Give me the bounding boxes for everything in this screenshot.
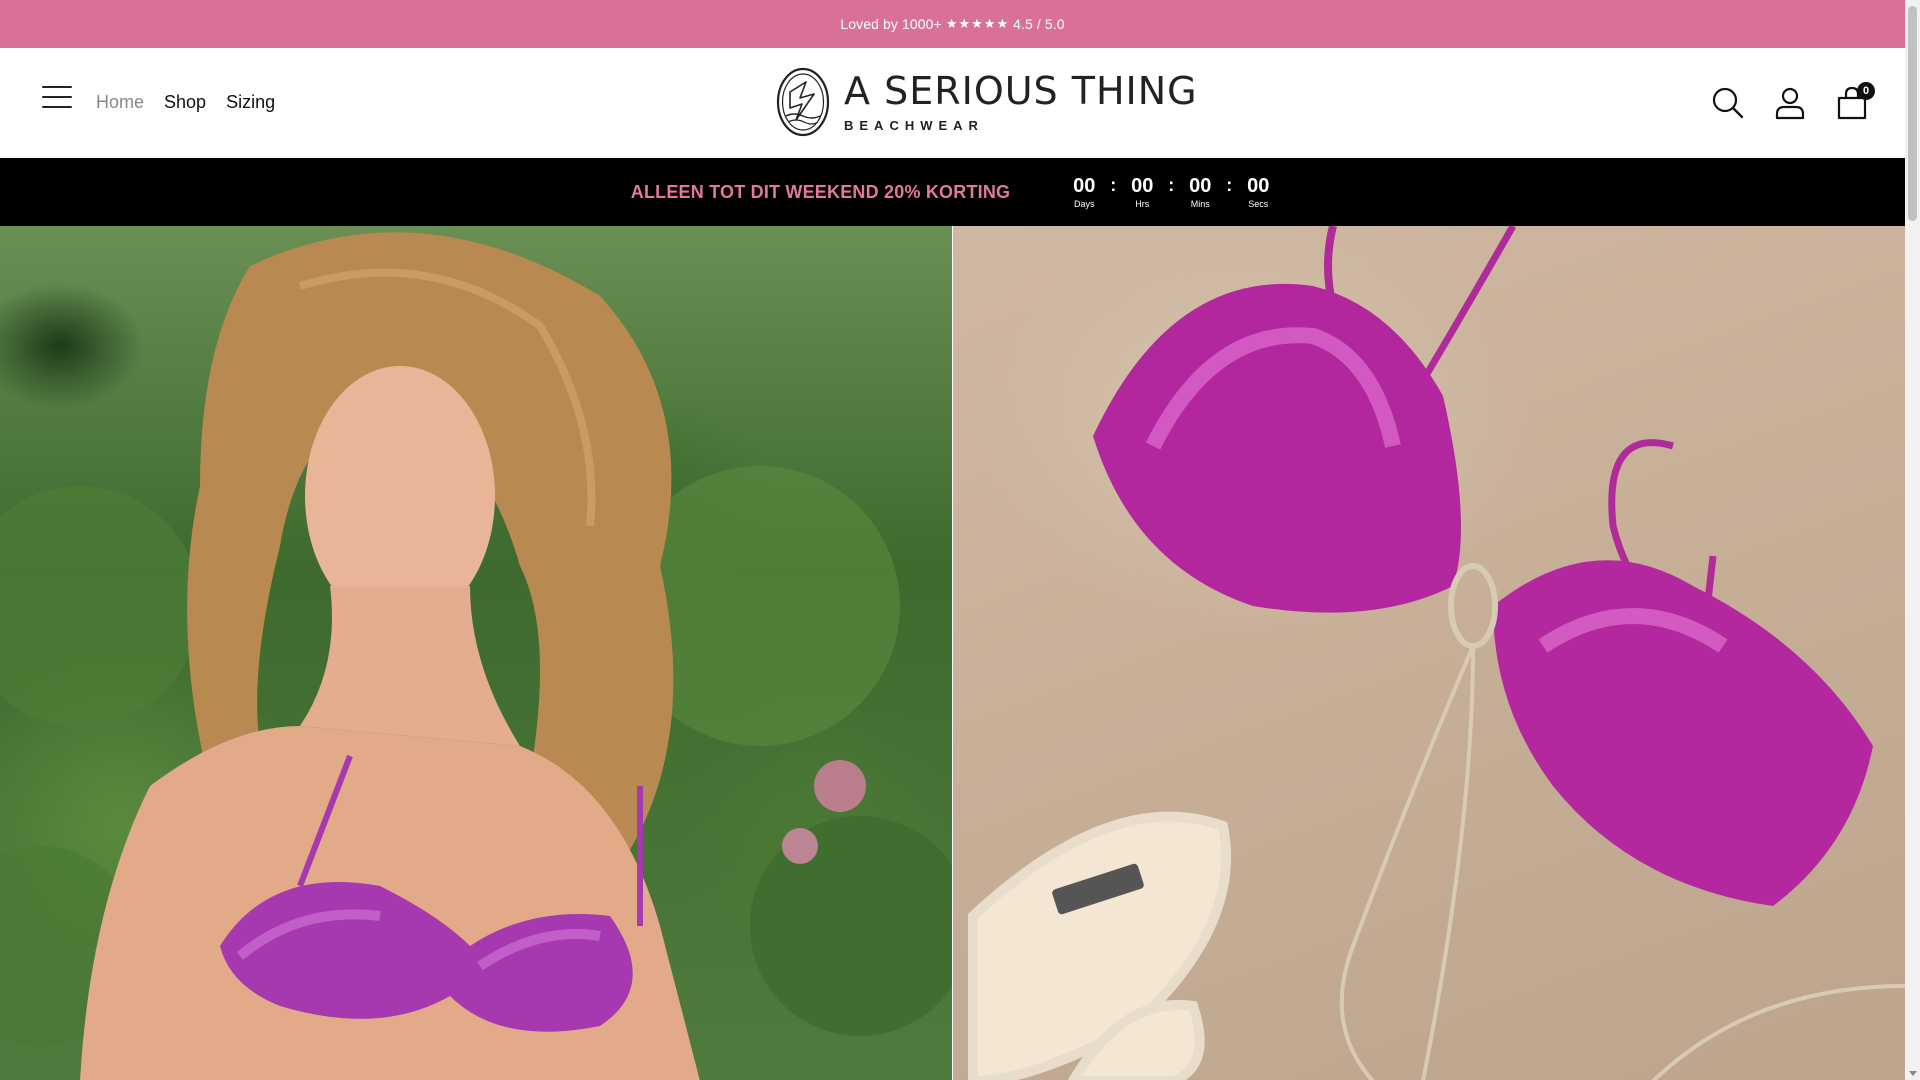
hero-image-flatlay[interactable]: [953, 226, 1905, 1080]
countdown-minutes: 00 Mins: [1184, 175, 1216, 209]
countdown-days-label: Days: [1073, 199, 1095, 209]
countdown-hours: 00 Hrs: [1126, 175, 1158, 209]
scrollbar-thumb[interactable]: [1908, 6, 1917, 221]
countdown-seconds-label: Secs: [1248, 199, 1269, 209]
logo-icon: [776, 67, 830, 137]
scroll-down-arrow-icon[interactable]: [1909, 1071, 1917, 1076]
countdown-seconds: 00 Secs: [1242, 175, 1274, 209]
account-icon[interactable]: [1773, 86, 1807, 120]
countdown-hours-value: 00: [1131, 175, 1154, 197]
logo-subtitle: BEACHWEAR: [844, 117, 984, 133]
main-nav: Home Shop Sizing: [96, 48, 275, 157]
rating-stars-icon: ★★★★★: [945, 16, 1010, 31]
search-icon[interactable]: [1711, 86, 1745, 120]
flatlay-illustration: [968, 226, 1905, 1080]
header-icons: 0: [1711, 48, 1875, 157]
nav-item-sizing[interactable]: Sizing: [226, 92, 275, 113]
cart-icon[interactable]: 0: [1835, 81, 1875, 120]
site-logo[interactable]: A SERIOUS THING BEACHWEAR: [776, 66, 1198, 138]
site-header: Home Shop Sizing A SERIOUS THING BEACHWE…: [0, 48, 1905, 158]
countdown-separator: :: [1226, 175, 1233, 195]
hero-section: [0, 226, 1905, 1080]
announcement-rating: 4.5 / 5.0: [1013, 16, 1065, 32]
nav-item-home[interactable]: Home: [96, 92, 144, 113]
announcement-bar: Loved by 1000+ ★★★★★ 4.5 / 5.0: [0, 0, 1905, 48]
countdown-days: 00 Days: [1068, 175, 1100, 209]
countdown-separator: :: [1168, 175, 1175, 195]
countdown-minutes-label: Mins: [1190, 199, 1210, 209]
nav-item-shop[interactable]: Shop: [164, 92, 206, 113]
countdown-separator: :: [1110, 175, 1117, 195]
menu-icon[interactable]: [42, 86, 72, 110]
logo-text: A SERIOUS THING BEACHWEAR: [844, 72, 1198, 133]
cart-count-badge: 0: [1857, 81, 1875, 100]
promo-bar: ALLEEN TOT DIT WEEKEND 20% KORTING 00 Da…: [0, 158, 1905, 226]
promo-text: ALLEEN TOT DIT WEEKEND 20% KORTING: [630, 181, 1011, 202]
page: Loved by 1000+ ★★★★★ 4.5 / 5.0 Home Shop…: [0, 0, 1905, 1080]
page-scrollbar[interactable]: [1905, 0, 1920, 1080]
announcement-text: Loved by 1000+: [840, 16, 942, 32]
countdown-minutes-value: 00: [1189, 175, 1212, 197]
model-illustration: [0, 232, 952, 1080]
countdown-seconds-value: 00: [1247, 175, 1270, 197]
countdown-timer: 00 Days : 00 Hrs : 00 Mins : 00 Secs: [1068, 175, 1274, 209]
logo-brand: A SERIOUS THING: [844, 68, 1198, 113]
hero-image-model[interactable]: [0, 226, 952, 1080]
countdown-days-value: 00: [1073, 175, 1096, 197]
countdown-hours-label: Hrs: [1135, 199, 1150, 209]
